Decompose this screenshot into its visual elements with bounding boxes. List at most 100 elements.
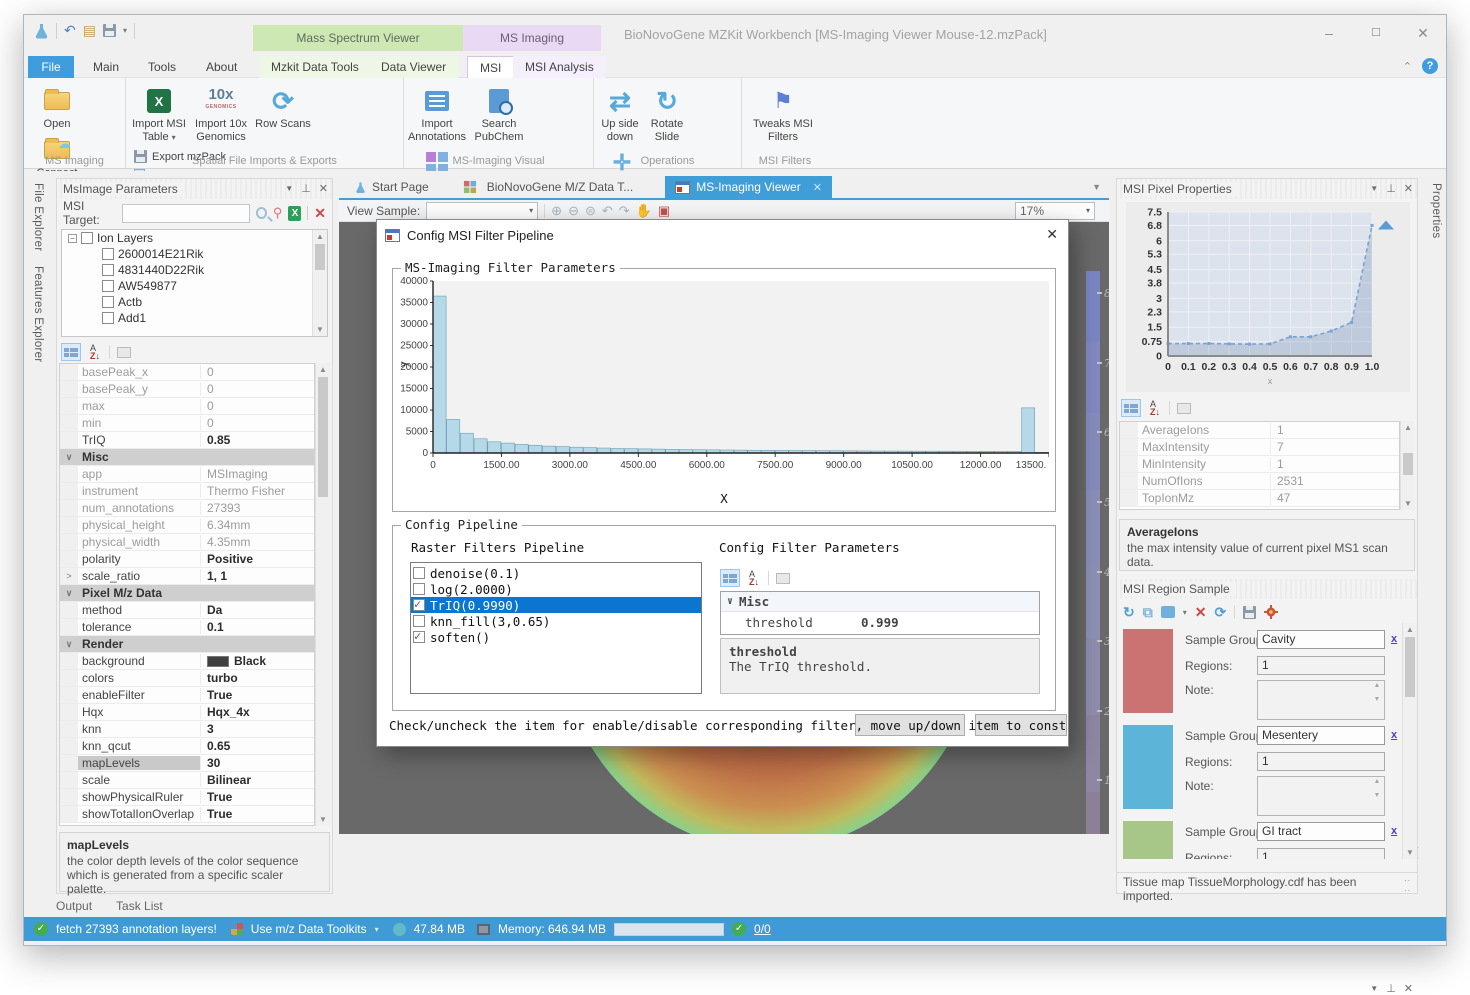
- tree-item-row[interactable]: 4831440D22Rik: [62, 262, 327, 278]
- close-tab-icon[interactable]: ✕: [813, 181, 822, 194]
- toolkit-label[interactable]: Use m/z Data Toolkits: [251, 922, 367, 936]
- property-row[interactable]: physical_width4.35mm: [60, 534, 314, 551]
- view-sample-select[interactable]: ▾: [426, 202, 538, 220]
- clear-icon[interactable]: ✕: [314, 205, 326, 222]
- property-row[interactable]: methodDa: [60, 602, 314, 619]
- property-row[interactable]: colorsturbo: [60, 670, 314, 687]
- property-value[interactable]: Hqx_4x: [200, 705, 314, 719]
- close-icon[interactable]: ✕: [1404, 182, 1413, 195]
- property-value[interactable]: 6.34mm: [200, 518, 314, 532]
- checkbox[interactable]: [413, 567, 425, 579]
- property-row[interactable]: TrIQ0.85: [60, 432, 314, 449]
- pipeline-item[interactable]: log(2.0000): [411, 581, 701, 597]
- checkbox[interactable]: [413, 631, 425, 643]
- dropdown-icon[interactable]: ▼: [1370, 984, 1378, 993]
- panel-header[interactable]: MsImage Parameters ▼⊥✕: [57, 179, 332, 199]
- property-row[interactable]: tolerance0.1: [60, 619, 314, 636]
- dropdown-icon[interactable]: ▾: [1183, 608, 1187, 617]
- pin-icon[interactable]: ⊥: [1386, 982, 1396, 995]
- tab-file[interactable]: File: [28, 56, 74, 78]
- tab-msi-analysis[interactable]: MSI Analysis: [513, 56, 606, 78]
- checkbox[interactable]: [102, 264, 114, 276]
- checkbox[interactable]: [413, 615, 425, 627]
- snapshot-icon[interactable]: ▣: [658, 203, 670, 219]
- undo-icon[interactable]: ↶: [602, 203, 613, 219]
- undo-icon[interactable]: ↶: [64, 22, 76, 39]
- category-row[interactable]: ∨Render: [60, 636, 314, 653]
- sort-az-icon[interactable]: AZ↓: [85, 343, 105, 361]
- property-row[interactable]: AverageIons1: [1120, 422, 1399, 439]
- redo-icon[interactable]: ↷: [619, 203, 630, 219]
- property-row[interactable]: basePeak_y0: [60, 381, 314, 398]
- tree-item-row[interactable]: Actb: [62, 294, 327, 310]
- regions-field[interactable]: 1: [1257, 848, 1385, 859]
- region-sample-header[interactable]: MSI Region Sample ▼⊥✕: [1117, 579, 1417, 599]
- checkbox[interactable]: [102, 248, 114, 260]
- collapse-icon[interactable]: −: [68, 234, 77, 243]
- zoom-level-select[interactable]: 17%▾: [1015, 202, 1095, 220]
- pin-icon[interactable]: ⊥: [1386, 182, 1396, 195]
- sample-group-field[interactable]: GI tract: [1257, 822, 1385, 841]
- scrollbar[interactable]: ▲▼: [1402, 623, 1417, 859]
- property-value[interactable]: Thermo Fisher: [200, 484, 314, 498]
- property-row[interactable]: TopIonMz47: [1120, 490, 1399, 507]
- property-value[interactable]: Da: [200, 603, 314, 617]
- import-annotations-button[interactable]: Import Annotations: [406, 82, 468, 144]
- property-value[interactable]: 0.999: [861, 615, 899, 630]
- categorize-icon[interactable]: [61, 343, 81, 361]
- property-row[interactable]: basePeak_x0: [60, 364, 314, 381]
- tree-item-row[interactable]: 2600014E21Rik: [62, 246, 327, 262]
- property-value[interactable]: 30: [200, 756, 314, 770]
- region-sample-item[interactable]: Sample Group:MesenteryxRegions:1Note:▲▼: [1117, 719, 1402, 815]
- property-row[interactable]: threshold 0.999: [721, 612, 1039, 632]
- copy-icon[interactable]: ⧉: [1143, 604, 1153, 621]
- search-icon[interactable]: [256, 207, 267, 219]
- remove-sample-link[interactable]: x: [1391, 729, 1397, 741]
- property-row[interactable]: appMSImaging: [60, 466, 314, 483]
- property-value[interactable]: Positive: [200, 552, 314, 566]
- pixel-property-grid[interactable]: AverageIons1MaxIntensity7MinIntensity1Nu…: [1119, 421, 1400, 510]
- category-row[interactable]: ∨Pixel M/z Data: [60, 585, 314, 602]
- pin-icon[interactable]: ⊥: [301, 182, 311, 195]
- region-sample-item[interactable]: Sample Group:GI tractxRegions:1Note:▲▼: [1117, 815, 1402, 859]
- maximize-button[interactable]: ☐: [1361, 21, 1391, 45]
- minimize-button[interactable]: –: [1314, 21, 1344, 45]
- tab-data-viewer[interactable]: Data Viewer: [369, 56, 458, 78]
- tweaks-msi-filters-button[interactable]: ⚑ Tweaks MSI Filters: [744, 82, 822, 144]
- property-value[interactable]: True: [200, 790, 314, 804]
- paste-icon[interactable]: ▤: [83, 22, 96, 39]
- raster-filters-listbox[interactable]: denoise(0.1)log(2.0000)TrIQ(0.9990)knn_f…: [410, 562, 702, 694]
- row-scans-button[interactable]: ⟳ Row Scans: [252, 82, 314, 144]
- checkbox[interactable]: [413, 599, 425, 611]
- property-row[interactable]: MaxIntensity7: [1120, 439, 1399, 456]
- close-icon[interactable]: ✕: [319, 182, 328, 195]
- property-row[interactable]: NumOfIons2531: [1120, 473, 1399, 490]
- checkbox[interactable]: [81, 232, 93, 244]
- category-row[interactable]: ∨Misc: [721, 592, 1039, 612]
- search-pubchem-button[interactable]: Search PubChem: [468, 82, 530, 144]
- side-tab-file-explorer[interactable]: File Explorer: [32, 183, 44, 251]
- property-row[interactable]: HqxHqx_4x: [60, 704, 314, 721]
- pipeline-item[interactable]: TrIQ(0.9990): [411, 597, 701, 613]
- import-10x-genomics-button[interactable]: 10xGENOMICS Import 10x Genomics: [190, 82, 252, 144]
- tab-mzkit-data-tools[interactable]: Mzkit Data Tools: [259, 56, 371, 78]
- tab-task-list[interactable]: Task List: [116, 899, 163, 913]
- tree-item-row[interactable]: Add1: [62, 310, 327, 326]
- tree-item-row[interactable]: AW549877: [62, 278, 327, 294]
- property-value[interactable]: True: [200, 688, 314, 702]
- property-value[interactable]: 1, 1: [200, 569, 314, 583]
- refresh-icon[interactable]: ↻: [1123, 604, 1135, 621]
- checkbox[interactable]: [102, 296, 114, 308]
- tab-about[interactable]: About: [194, 56, 249, 78]
- tab-msi[interactable]: MSI: [467, 56, 514, 78]
- upside-down-button[interactable]: ⇄ Up side down: [596, 82, 644, 144]
- note-field[interactable]: ▲▼: [1257, 776, 1385, 816]
- ion-layers-tree[interactable]: −Ion Layers2600014E21Rik4831440D22RikAW5…: [61, 229, 328, 337]
- dropdown-icon[interactable]: ▼: [1370, 184, 1378, 193]
- property-row[interactable]: instrumentThermo Fisher: [60, 483, 314, 500]
- scrollbar[interactable]: ▲▼: [315, 363, 330, 826]
- title-bar[interactable]: ↶ ▤ ▾ Mass Spectrum Viewer MS Imaging Bi…: [24, 15, 1446, 56]
- side-tab-features-explorer[interactable]: Features Explorer: [32, 266, 44, 363]
- category-row[interactable]: ∨Misc: [60, 449, 314, 466]
- remove-sample-link[interactable]: x: [1391, 825, 1397, 837]
